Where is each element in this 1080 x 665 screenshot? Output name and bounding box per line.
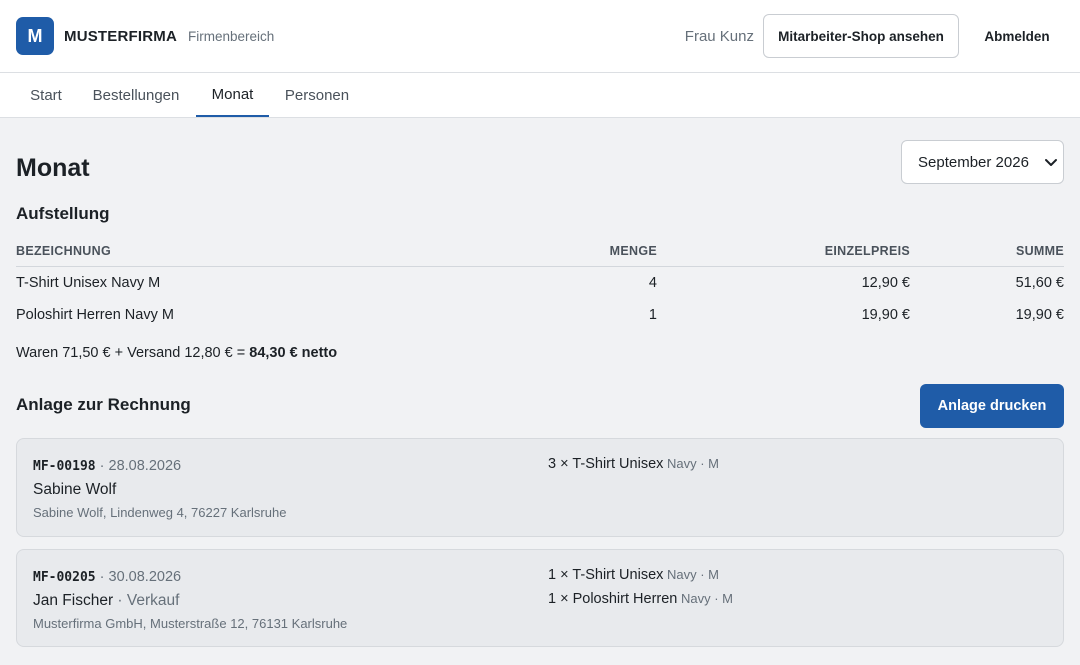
totals-net: 84,30 € netto	[249, 345, 338, 361]
customer-address: Sabine Wolf, Lindenweg 4, 76227 Karlsruh…	[33, 505, 287, 520]
tab-bestellungen[interactable]: Bestellungen	[84, 73, 188, 117]
order-id: MF-00205	[33, 570, 96, 585]
order-item: 1 × Poloshirt Herren Navy · M	[548, 591, 733, 607]
order-item: 1 × T-Shirt Unisex Navy · M	[548, 567, 720, 583]
print-annex-button[interactable]: Anlage drucken	[920, 384, 1064, 428]
order-header: MF-00198 · 28.08.2026	[33, 458, 181, 474]
totals-text: Waren 71,50 € + Versand 12,80 € =	[16, 345, 250, 361]
tab-personen[interactable]: Personen	[277, 73, 357, 117]
brand-name: MUSTERFIRMA	[64, 28, 178, 45]
row-2-qty: 1	[648, 307, 657, 323]
column-header-einzelpreis: EINZELPREIS	[824, 244, 910, 258]
order-id: MF-00198	[33, 459, 96, 474]
order-card: MF-00205 · 30.08.2026 Jan Fischer · Verk…	[16, 549, 1064, 647]
page-title: Monat	[16, 154, 90, 182]
order-item: 3 × T-Shirt Unisex Navy · M	[548, 456, 720, 472]
row-1-name: T-Shirt Unisex Navy M	[16, 275, 161, 291]
user-name: Frau Kunz	[684, 28, 754, 45]
tab-start[interactable]: Start	[16, 73, 76, 117]
tab-monat[interactable]: Monat	[196, 73, 269, 117]
customer-address: Musterfirma GmbH, Musterstraße 12, 76131…	[33, 616, 348, 631]
order-date: · 28.08.2026	[95, 458, 182, 474]
company-logo[interactable]: M	[16, 17, 54, 55]
brand-subtitle: Firmenbereich	[188, 29, 275, 44]
annex-title: Anlage zur Rechnung	[16, 395, 191, 414]
logout-button[interactable]: Abmelden	[970, 14, 1064, 58]
customer-name: Sabine Wolf	[33, 481, 117, 498]
main-nav-tabs: Start Bestellungen Monat Personen	[0, 73, 1080, 118]
row-1-sum: 51,60 €	[1015, 275, 1064, 291]
chevron-down-icon	[1045, 159, 1057, 166]
customer-name: Jan Fischer · Verkauf	[33, 592, 180, 609]
month-select[interactable]: September 2026	[901, 140, 1064, 184]
row-2-name: Poloshirt Herren Navy M	[16, 307, 174, 323]
totals-line: Waren 71,50 € + Versand 12,80 € = 84,30 …	[16, 345, 337, 361]
order-header: MF-00205 · 30.08.2026	[33, 569, 181, 585]
top-header: M MUSTERFIRMA Firmenbereich Frau Kunz Mi…	[0, 0, 1080, 73]
table-divider	[16, 266, 1064, 267]
row-2-unit-price: 19,90 €	[861, 307, 910, 323]
order-date: · 30.08.2026	[95, 569, 182, 585]
row-2-sum: 19,90 €	[1015, 307, 1064, 323]
order-card: MF-00198 · 28.08.2026 Sabine Wolf Sabine…	[16, 438, 1064, 537]
column-header-summe: SUMME	[1015, 244, 1064, 258]
view-shop-button[interactable]: Mitarbeiter-Shop ansehen	[763, 14, 959, 58]
row-1-unit-price: 12,90 €	[861, 275, 910, 291]
column-header-menge: MENGE	[609, 244, 657, 258]
summary-title: Aufstellung	[16, 204, 110, 223]
month-select-value: September 2026	[918, 153, 1029, 171]
column-header-bezeichnung: BEZEICHNUNG	[16, 244, 111, 258]
row-1-qty: 4	[648, 275, 657, 291]
